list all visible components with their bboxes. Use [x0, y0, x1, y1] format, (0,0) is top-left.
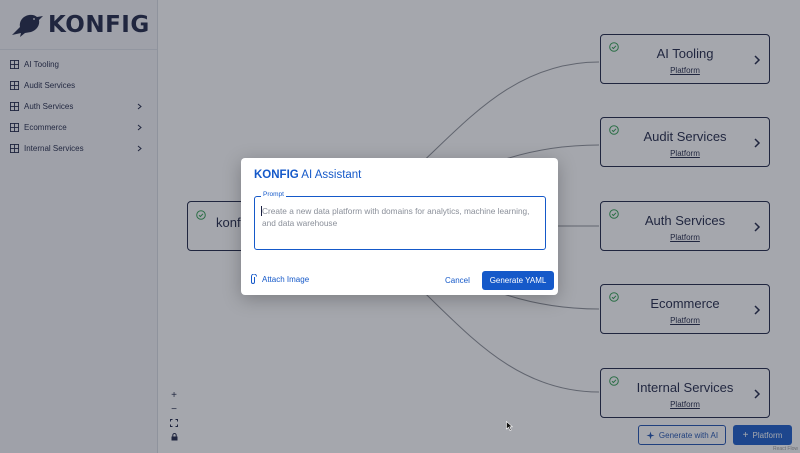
prompt-field[interactable]: Prompt Create a new data platform with d…	[254, 191, 546, 250]
dialog-title-brand: KONFIG	[254, 169, 299, 181]
generate-yaml-button[interactable]: Generate YAML	[482, 271, 554, 290]
dialog-title: KONFIG AI Assistant	[254, 169, 361, 181]
ai-assistant-dialog: KONFIG AI Assistant Prompt Create a new …	[241, 158, 558, 295]
dialog-title-rest: AI Assistant	[298, 169, 362, 181]
prompt-label: Prompt	[261, 191, 286, 198]
prompt-placeholder: Create a new data platform with domains …	[262, 206, 530, 228]
attach-image-button[interactable]: Attach Image	[249, 274, 309, 285]
cancel-button[interactable]: Cancel	[445, 276, 470, 285]
mouse-cursor-icon	[506, 421, 513, 431]
paperclip-icon	[251, 274, 257, 284]
attach-image-label: Attach Image	[262, 275, 310, 284]
